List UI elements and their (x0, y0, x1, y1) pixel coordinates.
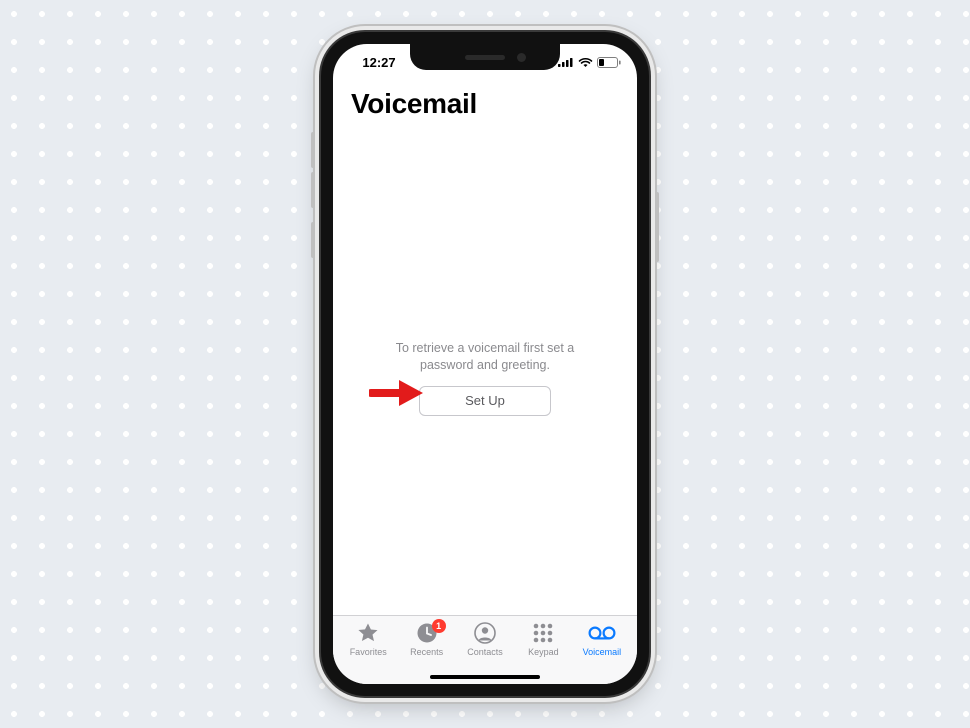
tab-label: Recents (410, 647, 443, 657)
battery-icon (597, 57, 621, 68)
person-icon (473, 621, 497, 647)
status-time: 12:27 (349, 55, 409, 70)
tab-favorites[interactable]: Favorites (339, 622, 397, 657)
set-up-button[interactable]: Set Up (419, 386, 551, 416)
recents-badge: 1 (432, 619, 446, 633)
wifi-icon (578, 57, 593, 68)
voicemail-icon (588, 625, 616, 643)
screen: 12:27 (333, 44, 637, 684)
front-camera (517, 53, 526, 62)
cellular-signal-icon (558, 57, 574, 67)
tab-label: Favorites (350, 647, 387, 657)
instructions-text: To retrieve a voicemail first set a pass… (396, 340, 575, 374)
tab-keypad[interactable]: Keypad (514, 622, 572, 657)
speaker-grille (465, 55, 505, 60)
iphone-frame: 12:27 (321, 32, 649, 696)
annotation-arrow-icon (369, 378, 425, 413)
tab-label: Contacts (467, 647, 503, 657)
tab-label: Voicemail (583, 647, 622, 657)
tab-bar: Favorites 1 Recents (333, 615, 637, 684)
tab-voicemail[interactable]: Voicemail (573, 622, 631, 657)
tab-label: Keypad (528, 647, 559, 657)
home-indicator[interactable] (430, 675, 540, 679)
keypad-icon (532, 622, 554, 646)
star-icon (356, 621, 380, 647)
voicemail-content: Voicemail To retrieve a voicemail first … (333, 80, 637, 615)
tab-recents[interactable]: 1 Recents (397, 622, 455, 657)
notch (410, 44, 560, 70)
page-title: Voicemail (351, 88, 619, 120)
tab-contacts[interactable]: Contacts (456, 622, 514, 657)
